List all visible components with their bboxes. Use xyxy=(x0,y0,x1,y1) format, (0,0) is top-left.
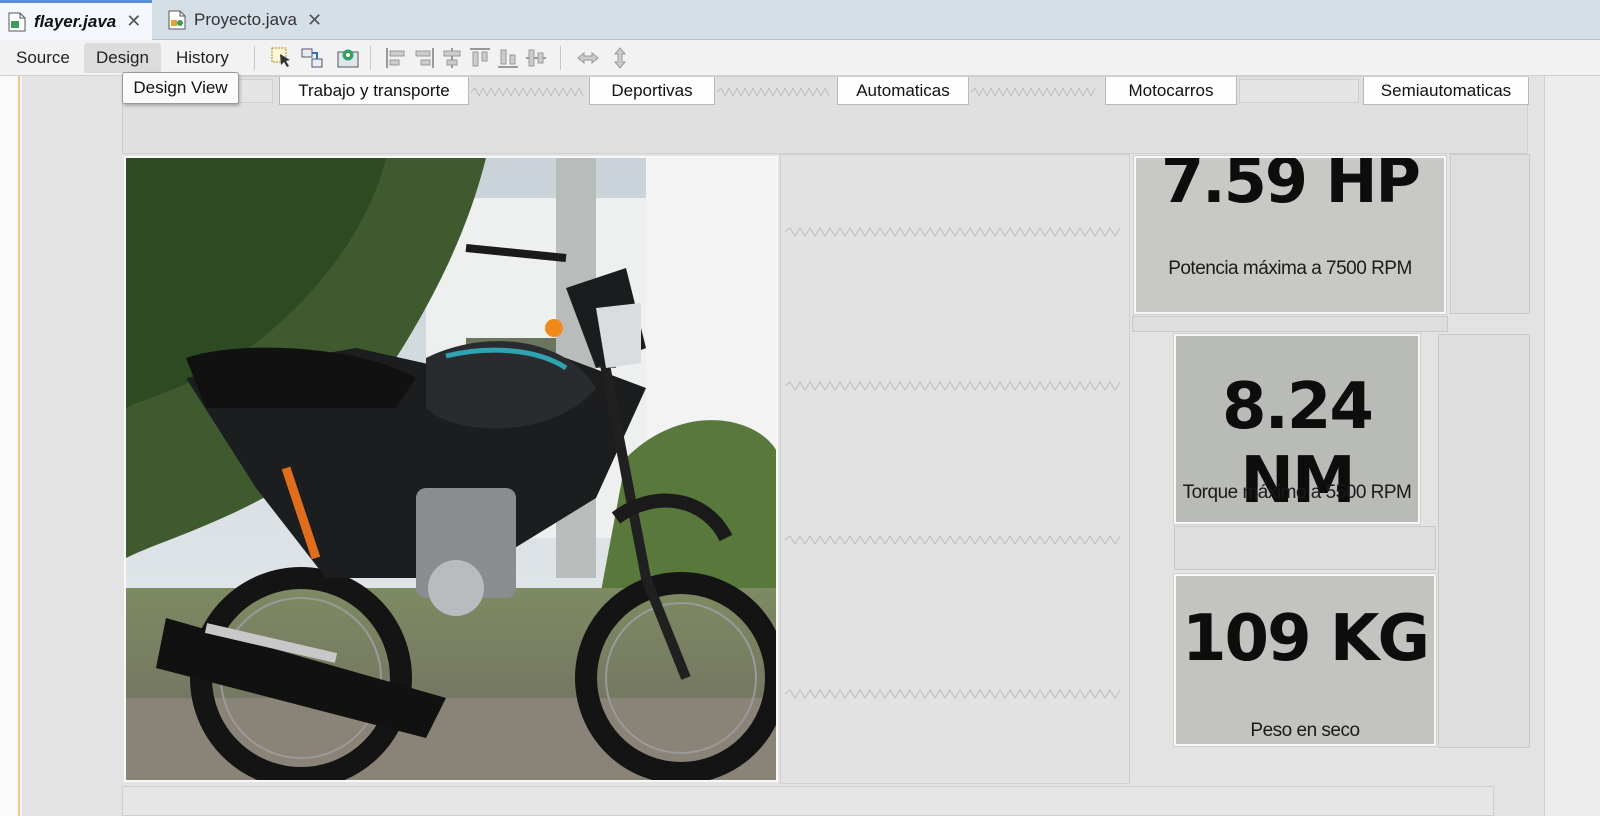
toolbar-separator xyxy=(560,46,561,70)
button-semiautomaticas[interactable]: Semiautomaticas xyxy=(1363,77,1529,105)
bottom-panel xyxy=(122,786,1494,816)
right-strip xyxy=(1544,76,1600,816)
tab-proyecto-java[interactable]: Proyecto.java ✕ xyxy=(160,0,322,40)
motorcycle-image xyxy=(124,156,778,782)
spacer-zigzag xyxy=(971,86,1096,98)
spacer-panel xyxy=(780,154,1130,784)
source-button[interactable]: Source xyxy=(4,43,82,73)
spec-card-torque: 8.24 NM Torque máximo a 5500 RPM xyxy=(1174,334,1420,524)
toolbar-separator xyxy=(370,46,371,70)
spacer-zigzag xyxy=(717,86,830,98)
button-deportivas[interactable]: Deportivas xyxy=(589,77,715,105)
close-icon[interactable]: ✕ xyxy=(126,11,141,32)
design-button[interactable]: Design xyxy=(84,43,161,73)
category-panel[interactable]: Trabajo y transporte Deportivas Automati… xyxy=(122,76,1529,154)
align-right-icon[interactable] xyxy=(412,46,436,70)
form-file-icon xyxy=(168,10,186,30)
resize-horizontal-icon[interactable] xyxy=(576,46,600,70)
spec-caption: Potencia máxima a 7500 RPM xyxy=(1168,258,1412,279)
align-bottom-icon[interactable] xyxy=(496,46,520,70)
spacer-cell xyxy=(1132,316,1448,332)
button-trabajo-y-transporte[interactable]: Trabajo y transporte xyxy=(279,77,469,105)
left-gutter xyxy=(0,76,20,816)
tab-label: flayer.java xyxy=(34,11,117,31)
spacer-zigzag xyxy=(785,227,1121,237)
preview-design-icon[interactable] xyxy=(336,46,360,70)
form-designer-canvas[interactable]: Trabajo y transporte Deportivas Automati… xyxy=(0,76,1600,816)
spec-card-weight: 109 KG Peso en seco xyxy=(1174,574,1436,746)
editor-tab-bar: flayer.java ✕ Proyecto.java ✕ xyxy=(0,0,1600,40)
java-file-icon xyxy=(8,12,26,32)
history-button[interactable]: History xyxy=(164,43,241,73)
placeholder-gap xyxy=(1239,79,1359,103)
button-motocarros[interactable]: Motocarros xyxy=(1105,77,1237,105)
spacer-zigzag xyxy=(785,689,1121,699)
tab-label: Proyecto.java xyxy=(194,10,297,29)
spacer-zigzag xyxy=(785,381,1121,391)
editor-toolbar: Source Design History xyxy=(0,40,1600,76)
spec-caption: Torque máximo a 5500 RPM xyxy=(1182,482,1412,503)
spacer-zigzag xyxy=(785,535,1121,545)
spec-value: 109 KG xyxy=(1182,602,1430,676)
spec-caption: Peso en seco xyxy=(1250,720,1360,741)
close-icon[interactable]: ✕ xyxy=(307,10,322,31)
spacer-cell xyxy=(1174,526,1436,570)
connection-mode-icon[interactable] xyxy=(300,46,324,70)
spacer-cell xyxy=(1450,154,1530,314)
center-horizontal-icon[interactable] xyxy=(440,46,464,70)
spacer-zigzag xyxy=(471,86,584,98)
spec-card-power: 7.59 HP Potencia máxima a 7500 RPM xyxy=(1134,156,1446,314)
button-automaticas[interactable]: Automaticas xyxy=(837,77,969,105)
resize-vertical-icon[interactable] xyxy=(608,46,632,70)
selection-mode-icon[interactable] xyxy=(270,46,294,70)
spacer-cell xyxy=(1438,334,1530,748)
align-top-icon[interactable] xyxy=(468,46,492,70)
design-view-tooltip: Design View xyxy=(122,72,239,104)
toolbar-separator xyxy=(254,46,255,70)
spec-value: 7.59 HP xyxy=(1161,156,1421,217)
tab-flayer-java[interactable]: flayer.java ✕ xyxy=(0,0,152,40)
align-left-icon[interactable] xyxy=(384,46,408,70)
center-vertical-icon[interactable] xyxy=(524,46,548,70)
